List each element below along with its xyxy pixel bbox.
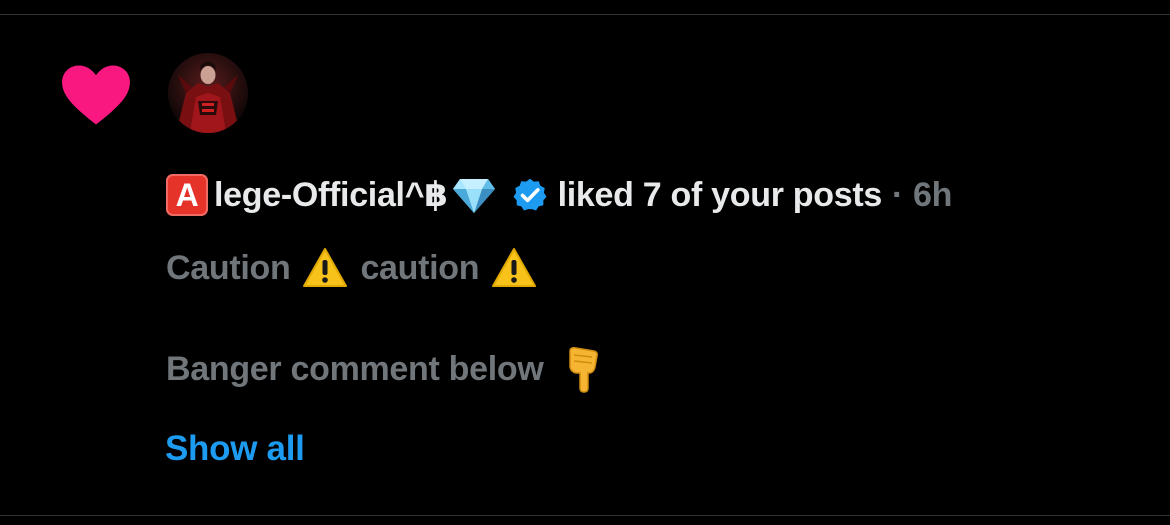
heart-icon [62, 65, 130, 125]
warning-icon [492, 248, 537, 287]
post-preview-line-2: Banger comment below [166, 343, 604, 395]
preview-text-banger: Banger comment below [166, 349, 544, 388]
name-letter-badge[interactable]: A [166, 174, 208, 216]
user-name[interactable]: lege-Official^฿ [214, 175, 448, 215]
avatar[interactable] [168, 53, 248, 133]
like-notification[interactable]: A lege-Official^฿ liked 7 of your posts … [0, 15, 1170, 515]
preview-text-caution-2: caution [360, 248, 480, 287]
notification-headline: A lege-Official^฿ liked 7 of your posts … [166, 168, 952, 222]
show-all-link[interactable]: Show all [165, 425, 305, 473]
separator-dot: · [891, 175, 903, 214]
preview-text-caution-1: Caution [166, 248, 291, 287]
action-text: liked 7 of your posts [557, 175, 883, 214]
verified-badge-icon [513, 178, 547, 211]
avatar-image [168, 53, 248, 133]
timestamp[interactable]: 6h [913, 176, 952, 215]
bottom-divider [0, 515, 1170, 516]
warning-icon [303, 248, 348, 287]
pointing-down-icon [568, 347, 598, 393]
gem-icon [452, 179, 495, 213]
post-preview-line-1: Caution caution [166, 242, 549, 294]
